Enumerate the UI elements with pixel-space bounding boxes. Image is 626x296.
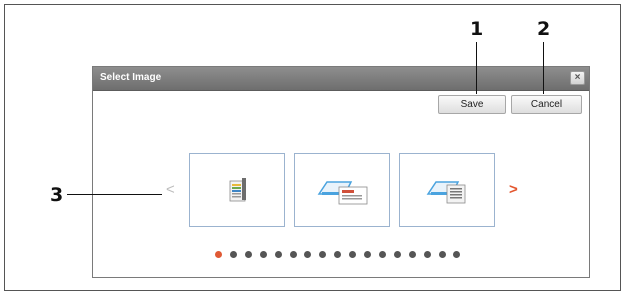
callout-2: 2 bbox=[537, 18, 551, 40]
page-dot[interactable] bbox=[259, 251, 267, 258]
scan-to-card-icon bbox=[317, 181, 368, 205]
page-dot[interactable] bbox=[378, 251, 386, 258]
page-dot[interactable] bbox=[408, 251, 416, 258]
page-dot[interactable] bbox=[274, 251, 282, 258]
callout-2-line bbox=[543, 42, 544, 94]
next-arrow[interactable]: > bbox=[509, 181, 518, 198]
previous-arrow[interactable]: < bbox=[166, 181, 175, 198]
callout-1-line bbox=[476, 42, 477, 94]
page-dot[interactable] bbox=[289, 251, 297, 258]
page-dot[interactable] bbox=[334, 251, 342, 258]
page-dot[interactable] bbox=[453, 251, 461, 258]
page-dot[interactable] bbox=[244, 251, 252, 258]
page-dot[interactable] bbox=[364, 251, 371, 258]
callout-3-line bbox=[67, 194, 162, 195]
image-thumbnail-2[interactable] bbox=[294, 153, 390, 227]
page-dot[interactable] bbox=[393, 251, 401, 258]
image-thumbnail-1[interactable] bbox=[189, 153, 285, 227]
scan-to-document-icon bbox=[426, 181, 466, 204]
image-thumbnail-3[interactable] bbox=[399, 153, 495, 227]
callout-3: 3 bbox=[50, 184, 64, 206]
dialog-titlebar: Select Image × bbox=[93, 67, 589, 91]
close-icon: × bbox=[574, 72, 581, 83]
page-dot[interactable] bbox=[349, 251, 357, 258]
cancel-button[interactable]: Cancel bbox=[511, 95, 582, 114]
dialog-title: Select Image bbox=[100, 72, 162, 83]
page-dot[interactable] bbox=[319, 251, 327, 258]
page-dot[interactable] bbox=[304, 251, 312, 258]
document-icon bbox=[229, 178, 246, 202]
page-dot-active[interactable] bbox=[215, 251, 222, 258]
save-button[interactable]: Save bbox=[438, 95, 506, 114]
page-dot[interactable] bbox=[229, 251, 237, 258]
page-dot[interactable] bbox=[423, 251, 431, 258]
callout-1: 1 bbox=[470, 18, 484, 40]
close-button[interactable]: × bbox=[570, 71, 585, 85]
page-dot[interactable] bbox=[438, 251, 446, 258]
select-image-dialog: Select Image × Save Cancel < > bbox=[92, 66, 590, 278]
